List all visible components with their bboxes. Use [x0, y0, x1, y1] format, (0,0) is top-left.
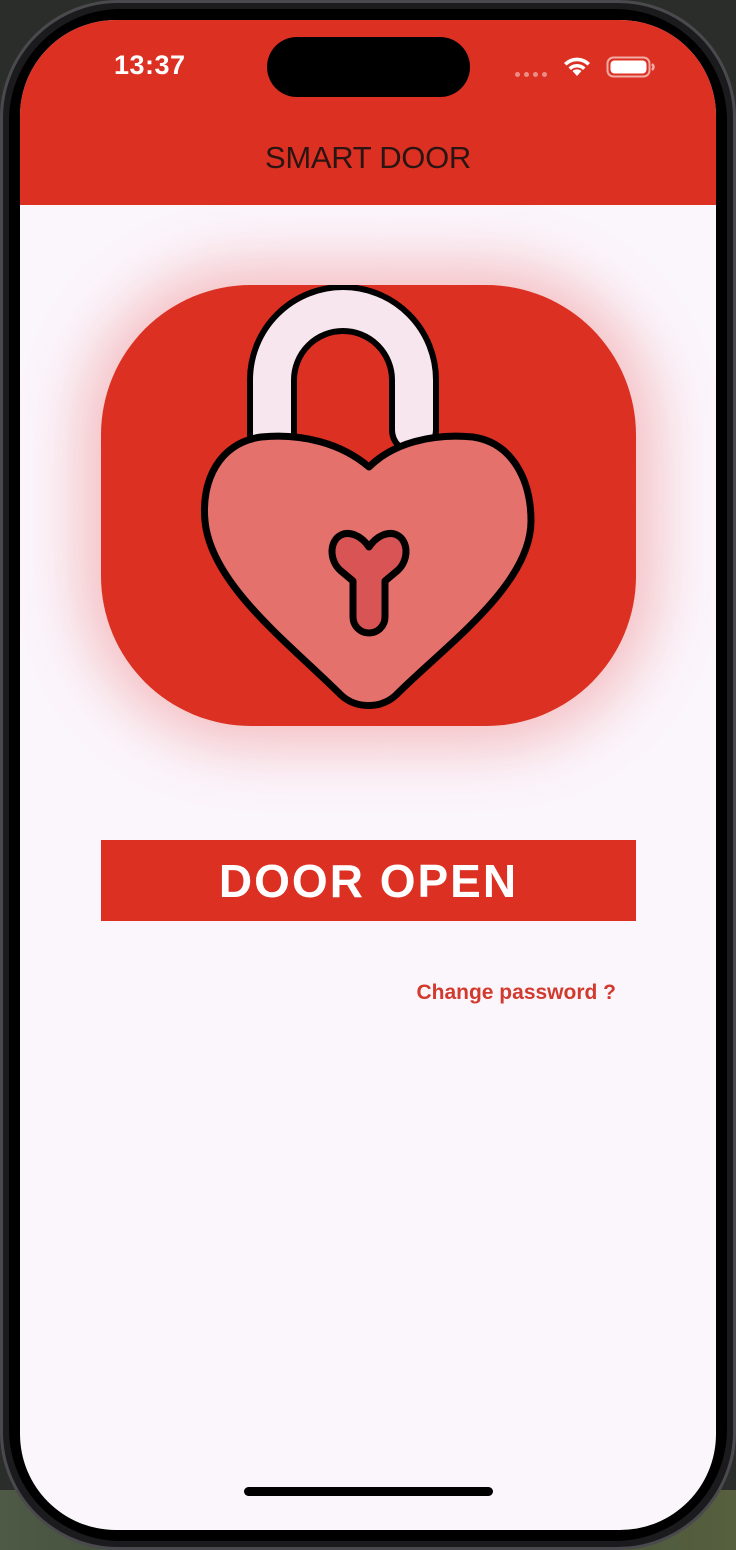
app-screen: 13:37 SMART DOOR DOOR OPEN Change passwo… — [20, 20, 716, 1530]
page-title: SMART DOOR — [265, 140, 471, 175]
signal-dots-icon — [515, 72, 551, 78]
heart-padlock-unlocked-icon — [200, 285, 535, 709]
dynamic-island — [267, 37, 470, 97]
lock-toggle-button[interactable] — [101, 285, 636, 726]
door-status-banner: DOOR OPEN — [101, 840, 636, 921]
status-time: 13:37 — [114, 50, 186, 80]
door-status-label: DOOR OPEN — [218, 854, 519, 907]
app-header: 13:37 SMART DOOR — [20, 20, 716, 205]
battery-icon — [606, 56, 655, 78]
home-indicator[interactable] — [244, 1487, 493, 1496]
wifi-icon — [564, 57, 590, 76]
change-password-link[interactable]: Change password ? — [416, 981, 616, 1005]
